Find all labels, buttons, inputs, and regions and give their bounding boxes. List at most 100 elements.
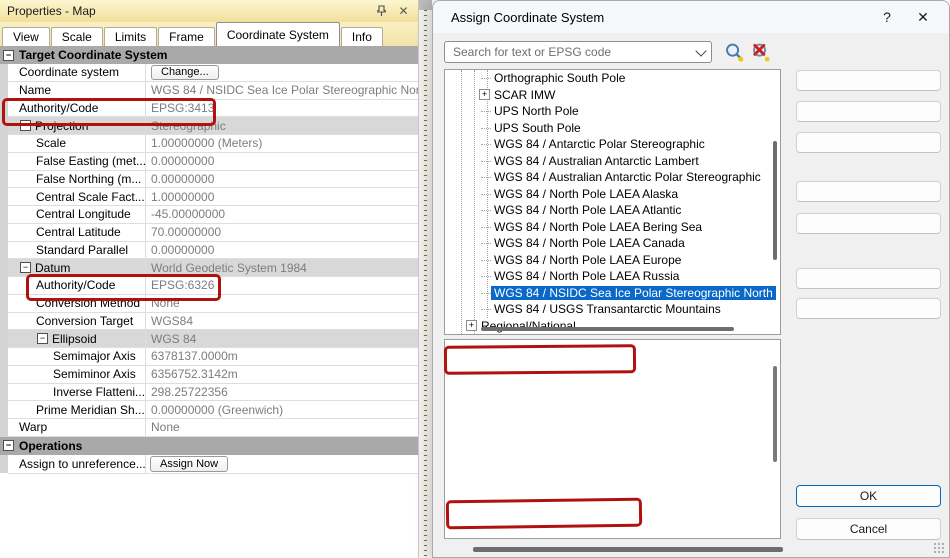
tree-item[interactable]: + SCAR IMW bbox=[445, 87, 780, 104]
section-title: Operations bbox=[19, 439, 82, 453]
search-input[interactable] bbox=[453, 45, 697, 59]
property-label: Semimajor Axis bbox=[53, 349, 136, 363]
tree-item[interactable]: + WGS 84 / Australian Antarctic Lambert bbox=[445, 153, 780, 170]
collapse-icon[interactable]: − bbox=[3, 50, 14, 61]
tree-item[interactable]: + WGS 84 / North Pole LAEA Canada bbox=[445, 235, 780, 252]
property-row[interactable]: − Central Longitude -45.00000000 -45.000… bbox=[8, 206, 418, 224]
chevron-down-icon[interactable] bbox=[695, 45, 706, 56]
panel-tab[interactable]: Scale bbox=[51, 27, 103, 46]
clear-search-icon[interactable] bbox=[750, 42, 771, 63]
pin-icon[interactable] bbox=[373, 3, 390, 19]
panel-tab[interactable]: Frame bbox=[158, 27, 215, 46]
search-icon[interactable] bbox=[724, 42, 745, 63]
property-row[interactable]: − Name WGS 84 / NSIDC Sea Ice Polar Ster… bbox=[8, 82, 418, 100]
property-row[interactable]: − Conversion Method None None bbox=[8, 295, 418, 313]
dialog-side-button[interactable] bbox=[796, 132, 941, 153]
tree-item[interactable]: + Regional/National bbox=[445, 318, 780, 335]
property-row[interactable]: − Warp None None bbox=[8, 419, 418, 437]
tree-item[interactable]: + WGS 84 / Antarctic Polar Stereographic bbox=[445, 136, 780, 153]
tree-item-label: WGS 84 / North Pole LAEA Bering Sea bbox=[494, 220, 702, 234]
property-row[interactable]: − Ellipsoid WGS 84 WGS 84 bbox=[8, 330, 418, 348]
expand-plus-icon[interactable]: + bbox=[466, 320, 477, 331]
close-icon[interactable]: ✕ bbox=[395, 3, 412, 19]
tree-item[interactable]: + WGS 84 / North Pole LAEA Atlantic bbox=[445, 202, 780, 219]
close-icon[interactable]: ✕ bbox=[905, 4, 941, 30]
panel-tab[interactable]: Coordinate System bbox=[216, 22, 340, 46]
property-row[interactable]: − Central Latitude 70.00000000 70.000000… bbox=[8, 224, 418, 242]
property-label: Semiminor Axis bbox=[53, 367, 136, 381]
coordinate-system-details bbox=[444, 339, 781, 539]
tree-horizontal-scrollbar[interactable] bbox=[481, 327, 734, 331]
tree-item[interactable]: + UPS South Pole bbox=[445, 120, 780, 137]
tree-item[interactable]: + WGS 84 / North Pole LAEA Bering Sea bbox=[445, 219, 780, 236]
operations-label: Assign to unreference... bbox=[8, 455, 146, 473]
property-row[interactable]: − Projection Stereographic Stereographic bbox=[8, 117, 418, 135]
tree-vertical-scrollbar[interactable] bbox=[773, 141, 777, 260]
property-row[interactable]: − Scale 1.00000000 (Meters) 1.00000000 (… bbox=[8, 135, 418, 153]
property-row[interactable]: − Prime Meridian Sh... 0.00000000 (Green… bbox=[8, 401, 418, 419]
tree-item[interactable]: + WGS 84 / North Pole LAEA Alaska bbox=[445, 186, 780, 203]
details-horizontal-scrollbar[interactable] bbox=[473, 547, 783, 552]
tree-item[interactable]: + WGS 84 / North Pole LAEA Europe bbox=[445, 252, 780, 269]
property-row[interactable]: − False Northing (m... 0.00000000 0.0000… bbox=[8, 171, 418, 189]
help-icon[interactable]: ? bbox=[869, 4, 905, 30]
tree-item-label: Orthographic South Pole bbox=[494, 71, 625, 85]
properties-panel: Properties - Map ✕ View Scale Limits Fra… bbox=[0, 0, 419, 558]
change-button[interactable]: Change... bbox=[151, 65, 219, 80]
panel-titlebar: Properties - Map ✕ bbox=[0, 0, 418, 22]
collapse-icon[interactable]: − bbox=[20, 120, 31, 131]
details-line bbox=[455, 496, 780, 509]
section-target-coordinate-system[interactable]: − Target Coordinate System bbox=[0, 46, 418, 64]
ruler-ticks bbox=[424, 10, 427, 558]
coordinate-system-tree[interactable]: + Orthographic South Pole + SCAR IMW + U… bbox=[444, 69, 781, 335]
ok-button[interactable]: OK bbox=[796, 485, 941, 507]
resize-grip[interactable] bbox=[933, 542, 945, 554]
dialog-title: Assign Coordinate System bbox=[451, 10, 869, 25]
section-operations[interactable]: − Operations bbox=[0, 437, 418, 455]
property-row[interactable]: − Conversion Target WGS84 WGS84 bbox=[8, 313, 418, 331]
tree-item[interactable]: + WGS 84 / NSIDC Sea Ice Polar Stereogra… bbox=[445, 285, 780, 302]
details-line bbox=[455, 510, 780, 523]
dialog-side-button[interactable] bbox=[796, 213, 941, 234]
tree-item[interactable]: + Orthographic South Pole bbox=[445, 70, 780, 87]
dialog-side-button[interactable] bbox=[796, 70, 941, 91]
ruler-cap bbox=[419, 0, 432, 10]
dialog-side-button[interactable] bbox=[796, 268, 941, 289]
panel-tab[interactable]: Limits bbox=[104, 27, 157, 46]
property-label: Warp bbox=[19, 420, 47, 434]
property-row[interactable]: − Datum World Geodetic System 1984 World… bbox=[8, 259, 418, 277]
property-row[interactable]: − Authority/Code EPSG:3413 EPSG:3413 bbox=[8, 100, 418, 118]
panel-tab[interactable]: View bbox=[2, 27, 50, 46]
property-label: Scale bbox=[36, 136, 66, 150]
property-row[interactable]: − False Easting (met... 0.00000000 0.000… bbox=[8, 153, 418, 171]
property-row[interactable]: − Coordinate system Change... Change... bbox=[8, 64, 418, 82]
property-value: 70.00000000 bbox=[151, 225, 221, 239]
collapse-icon[interactable]: − bbox=[20, 262, 31, 273]
property-row[interactable]: − Central Scale Fact... 1.00000000 1.000… bbox=[8, 188, 418, 206]
collapse-icon[interactable]: − bbox=[37, 333, 48, 344]
search-combo[interactable] bbox=[444, 41, 712, 63]
property-row[interactable]: − Authority/Code EPSG:6326 EPSG:6326 bbox=[8, 277, 418, 295]
property-row[interactable]: − Semiminor Axis 6356752.3142m 6356752.3… bbox=[8, 366, 418, 384]
dialog-titlebar: Assign Coordinate System ? ✕ bbox=[433, 1, 949, 33]
details-line bbox=[455, 376, 780, 389]
property-label: Name bbox=[19, 83, 51, 97]
property-label: Authority/Code bbox=[36, 278, 115, 292]
panel-tab[interactable]: Info bbox=[341, 27, 383, 46]
dialog-side-button[interactable] bbox=[796, 298, 941, 319]
tree-item[interactable]: + UPS North Pole bbox=[445, 103, 780, 120]
cancel-button[interactable]: Cancel bbox=[796, 518, 941, 540]
details-vertical-scrollbar[interactable] bbox=[773, 366, 777, 462]
tree-item-label: WGS 84 / USGS Transantarctic Mountains bbox=[494, 302, 721, 316]
dialog-side-button[interactable] bbox=[796, 181, 941, 202]
tree-item[interactable]: + WGS 84 / USGS Transantarctic Mountains bbox=[445, 301, 780, 318]
tree-item[interactable]: + WGS 84 / Australian Antarctic Polar St… bbox=[445, 169, 780, 186]
property-row[interactable]: − Semimajor Axis 6378137.0000m 6378137.0… bbox=[8, 348, 418, 366]
collapse-icon[interactable]: − bbox=[3, 440, 14, 451]
tree-item[interactable]: + WGS 84 / North Pole LAEA Russia bbox=[445, 268, 780, 285]
property-row[interactable]: − Inverse Flatteni... 298.25722356 298.2… bbox=[8, 384, 418, 402]
dialog-side-button[interactable] bbox=[796, 101, 941, 122]
property-row[interactable]: − Standard Parallel 0.00000000 0.0000000… bbox=[8, 242, 418, 260]
assign-now-button[interactable]: Assign Now bbox=[150, 456, 228, 472]
expand-plus-icon[interactable]: + bbox=[479, 89, 490, 100]
